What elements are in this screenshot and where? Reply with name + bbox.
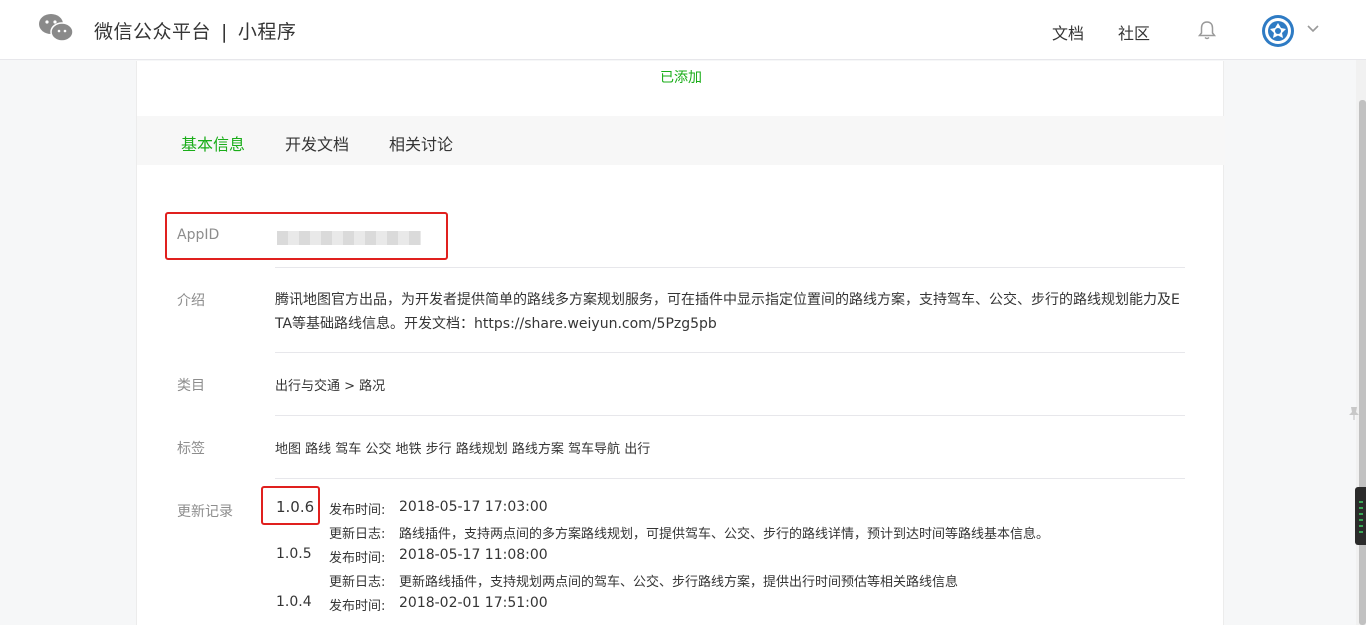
release-time-value: 2018-02-01 17:51:00 bbox=[399, 595, 548, 611]
wechat-logo-icon[interactable] bbox=[38, 12, 74, 44]
intro-label: 介绍 bbox=[177, 293, 205, 309]
appid-value-redacted bbox=[277, 231, 421, 245]
release-time-value: 2018-05-17 11:08:00 bbox=[399, 547, 548, 563]
release-time-label: 发布时间: bbox=[329, 503, 386, 518]
appid-label: AppID bbox=[177, 227, 220, 243]
release-time-label: 发布时间: bbox=[329, 551, 386, 566]
release-time-label: 发布时间: bbox=[329, 599, 386, 614]
changelog-label: 更新记录 bbox=[177, 504, 233, 520]
update-log-value: 更新路线插件，支持规划两点间的驾车、公交、步行路线方案，提供出行时间预估等相关路… bbox=[399, 575, 959, 590]
divider bbox=[275, 267, 1185, 268]
bell-icon[interactable] bbox=[1196, 19, 1218, 41]
tab-discussions[interactable]: 相关讨论 bbox=[389, 131, 453, 155]
plugin-detail-card: 已添加 基本信息 开发文档 相关讨论 AppID 介绍 腾讯地图官方出品，为开发… bbox=[136, 61, 1225, 625]
tab-basic-info[interactable]: 基本信息 bbox=[181, 131, 245, 155]
update-log-label: 更新日志: bbox=[329, 575, 386, 590]
release-time-value: 2018-05-17 17:03:00 bbox=[399, 499, 548, 515]
tab-bar: 基本信息 开发文档 相关讨论 bbox=[137, 116, 1225, 165]
top-bar: 微信公众平台 | 小程序 文档 社区 bbox=[0, 0, 1366, 60]
side-widget-handle[interactable] bbox=[1355, 487, 1366, 545]
brand-sub: 小程序 bbox=[237, 21, 297, 43]
platform-title[interactable]: 微信公众平台 | 小程序 bbox=[94, 17, 296, 44]
divider bbox=[275, 415, 1185, 416]
brand-main: 微信公众平台 bbox=[94, 21, 212, 43]
category-label: 类目 bbox=[177, 378, 205, 394]
pin-icon[interactable] bbox=[1348, 406, 1360, 420]
divider bbox=[275, 352, 1185, 353]
chevron-down-icon[interactable] bbox=[1306, 24, 1320, 34]
nav-docs-link[interactable]: 文档 bbox=[1052, 20, 1084, 44]
update-log-label: 更新日志: bbox=[329, 527, 386, 542]
tab-dev-docs[interactable]: 开发文档 bbox=[285, 131, 349, 155]
tags-value: 地图 路线 驾车 公交 地铁 步行 路线规划 路线方案 驾车导航 出行 bbox=[275, 442, 651, 457]
version-number: 1.0.6 bbox=[276, 498, 315, 516]
version-number: 1.0.4 bbox=[276, 594, 312, 610]
added-status: 已添加 bbox=[660, 70, 702, 86]
nav-community-link[interactable]: 社区 bbox=[1118, 20, 1150, 44]
update-log-value: 路线插件，支持两点间的多方案路线规划，可提供驾车、公交、步行的路线详情，预计到达… bbox=[399, 527, 1050, 542]
avatar-emblem-icon bbox=[1265, 18, 1291, 44]
intro-value: 腾讯地图官方出品，为开发者提供简单的路线多方案规划服务，可在插件中显示指定位置间… bbox=[275, 292, 1180, 332]
scrollbar-thumb[interactable] bbox=[1359, 100, 1366, 625]
version-number: 1.0.5 bbox=[276, 546, 312, 562]
brand-separator: | bbox=[221, 21, 228, 43]
category-value: 出行与交通 > 路况 bbox=[275, 379, 386, 394]
user-avatar[interactable] bbox=[1262, 15, 1294, 47]
divider bbox=[275, 478, 1185, 479]
tags-label: 标签 bbox=[177, 441, 205, 457]
